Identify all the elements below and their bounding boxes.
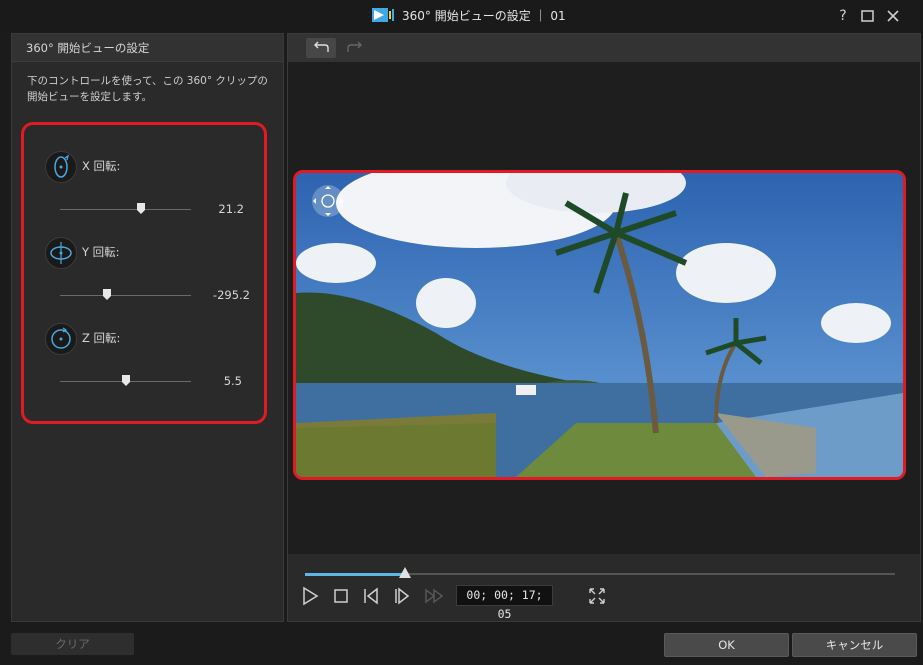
start-view-settings-panel: 360° 開始ビューの設定 下のコントロールを使って、この 360° クリップの… [11, 33, 284, 622]
video-frame-image [296, 173, 903, 477]
ok-button[interactable]: OK [664, 633, 789, 657]
x-rotation-value[interactable]: 21.2 [184, 202, 244, 216]
y-rotation-icon [45, 237, 77, 269]
close-icon [887, 10, 899, 22]
panel-title: 360° 開始ビューの設定 [26, 41, 150, 55]
rotation-controls-group: X 回転: 21.2 Y 回転: -295.2 Z 回転: 5.5 [21, 122, 267, 424]
z-rotation-label: Z 回転: [82, 331, 121, 345]
video-preview[interactable] [293, 170, 906, 480]
preview-panel: 00; 00; 17; 05 [287, 33, 921, 622]
seek-thumb[interactable] [399, 567, 411, 578]
y-rotation-value[interactable]: -295.2 [190, 288, 250, 302]
panel-header: 360° 開始ビューの設定 [12, 34, 283, 62]
maximize-button[interactable] [858, 6, 878, 26]
y-rotation-slider[interactable] [60, 295, 191, 296]
fullscreen-icon[interactable] [587, 586, 607, 606]
preview-toolbar [288, 34, 920, 62]
maximize-icon [861, 10, 874, 22]
x-rotation-slider[interactable] [60, 209, 191, 210]
play-button[interactable] [300, 586, 320, 606]
cancel-button[interactable]: キャンセル [792, 633, 917, 657]
y-rotation-label: Y 回転: [82, 245, 120, 259]
seek-progress [305, 573, 405, 576]
view-navigation-icon[interactable] [310, 183, 346, 219]
x-rotation-label: X 回転: [82, 159, 121, 173]
preview-area [288, 62, 920, 578]
stop-button[interactable] [331, 586, 351, 606]
z-rotation-slider-thumb[interactable] [122, 375, 130, 386]
z-rotation-value[interactable]: 5.5 [182, 374, 242, 388]
clear-button[interactable]: クリア [11, 633, 134, 655]
close-button[interactable] [883, 6, 903, 26]
help-button[interactable]: ? [833, 6, 853, 26]
redo-arrow-icon [347, 41, 362, 52]
previous-frame-button[interactable] [361, 586, 381, 606]
undo-button[interactable] [306, 38, 336, 58]
undo-arrow-icon [314, 41, 329, 52]
redo-button[interactable] [340, 38, 370, 58]
panel-description: 下のコントロールを使って、この 360° クリップの開始ビューを設定します。 [27, 75, 268, 103]
x-rotation-icon [45, 151, 77, 183]
title-bar: 360° 開始ビューの設定 ｜ 01 ? [0, 0, 923, 32]
y-rotation-slider-thumb[interactable] [103, 289, 111, 300]
app-logo-icon [372, 8, 394, 22]
fast-forward-button[interactable] [424, 586, 444, 606]
x-rotation-slider-thumb[interactable] [137, 203, 145, 214]
window-title: 360° 開始ビューの設定 ｜ 01 [402, 9, 566, 23]
z-rotation-icon [45, 323, 77, 355]
next-frame-button[interactable] [392, 586, 412, 606]
timecode-display[interactable]: 00; 00; 17; 05 [456, 585, 553, 621]
